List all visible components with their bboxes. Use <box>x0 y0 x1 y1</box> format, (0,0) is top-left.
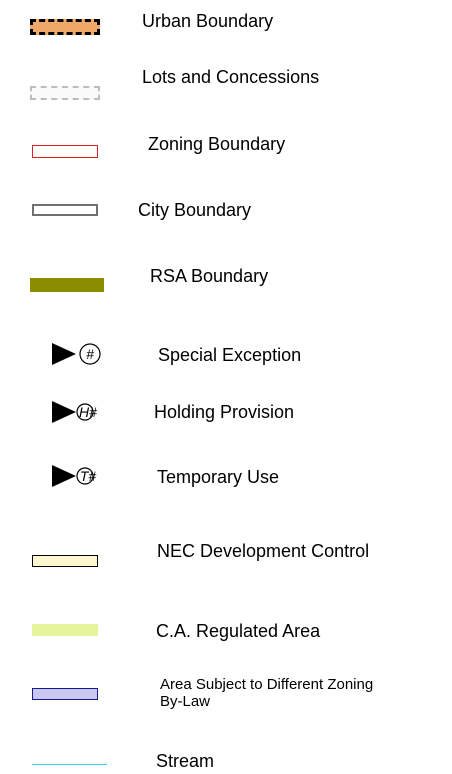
zoning-boundary-swatch <box>32 145 98 158</box>
different-zoning-bylaw-label: Area Subject to Different Zoning By-Law <box>160 676 374 710</box>
nec-development-control-swatch <box>32 555 98 567</box>
city-boundary-swatch <box>32 204 98 216</box>
rsa-boundary-swatch <box>30 278 104 292</box>
triangle-marker-icon <box>52 343 76 365</box>
ca-regulated-area-swatch <box>32 624 98 636</box>
rsa-boundary-label: RSA Boundary <box>150 266 269 286</box>
special-exception-label: Special Exception <box>158 345 302 365</box>
lots-and-concessions-label: Lots and Concessions <box>142 67 320 87</box>
nec-development-control-label: NEC Development Control <box>157 541 370 561</box>
urban-boundary-swatch <box>30 19 100 35</box>
special-exception-glyph: # <box>86 346 94 362</box>
ca-regulated-area-label: C.A. Regulated Area <box>156 621 321 641</box>
city-boundary-label: City Boundary <box>138 200 252 220</box>
urban-boundary-label: Urban Boundary <box>142 11 274 31</box>
triangle-marker-icon <box>52 465 76 487</box>
holding-provision-glyph: H# <box>79 404 97 420</box>
zoning-boundary-label: Zoning Boundary <box>148 134 286 154</box>
different-zoning-bylaw-swatch <box>32 688 98 700</box>
holding-provision-label: Holding Provision <box>154 402 295 422</box>
stream-label: Stream <box>156 751 215 771</box>
stream-swatch <box>32 764 107 765</box>
triangle-marker-icon <box>52 401 76 423</box>
special-exception-symbol: # <box>50 341 130 367</box>
temporary-use-glyph: T# <box>80 468 97 484</box>
temporary-use-symbol: T# <box>50 463 130 489</box>
lots-and-concessions-swatch <box>30 86 100 100</box>
temporary-use-label: Temporary Use <box>157 467 280 487</box>
holding-provision-symbol: H# <box>50 399 130 425</box>
